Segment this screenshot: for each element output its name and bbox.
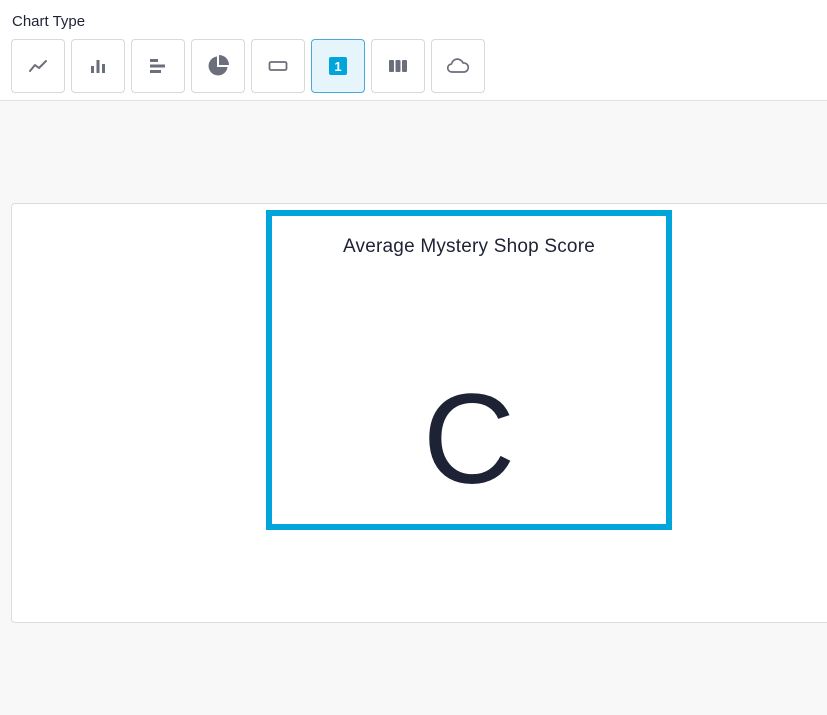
single-value-icon-glyph: 1 <box>334 59 341 74</box>
chart-type-rectangle-button[interactable] <box>251 39 305 93</box>
pie-chart-icon <box>208 55 229 76</box>
rectangle-icon <box>268 61 288 71</box>
cloud-icon <box>446 58 470 73</box>
chart-type-toolbar: Chart Type 1 <box>0 0 827 101</box>
chart-type-cloud-button[interactable] <box>431 39 485 93</box>
chart-type-options: 1 <box>11 39 485 93</box>
single-value-icon: 1 <box>329 57 347 75</box>
widget-value: C <box>422 368 516 511</box>
chart-type-horizontal-bar-button[interactable] <box>131 39 185 93</box>
single-value-widget[interactable]: Average Mystery Shop Score C <box>266 210 672 530</box>
line-chart-icon <box>29 60 47 72</box>
chart-type-pie-button[interactable] <box>191 39 245 93</box>
horizontal-bar-chart-icon <box>150 59 165 73</box>
chart-type-line-button[interactable] <box>11 39 65 93</box>
columns-icon <box>389 60 407 72</box>
bar-chart-icon <box>91 60 105 73</box>
chart-type-label: Chart Type <box>12 13 86 30</box>
chart-type-bar-button[interactable] <box>71 39 125 93</box>
widget-title: Average Mystery Shop Score <box>343 236 595 257</box>
chart-type-columns-button[interactable] <box>371 39 425 93</box>
chart-type-single-value-button[interactable]: 1 <box>311 39 365 93</box>
